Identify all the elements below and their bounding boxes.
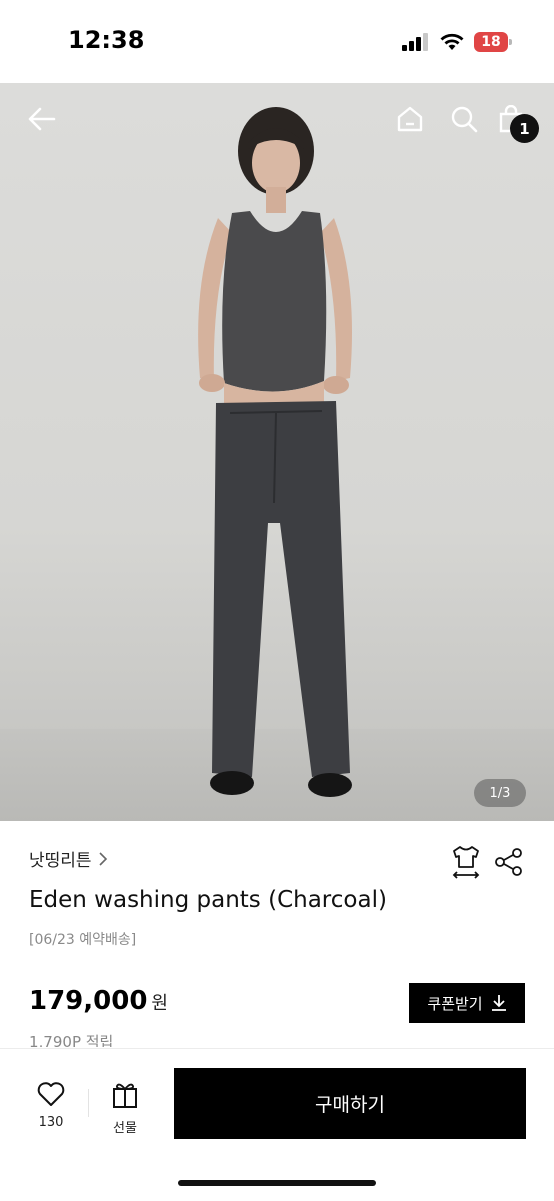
- gift-label: 선물: [113, 1121, 137, 1136]
- reward-points: 1,790P 적립: [29, 1033, 114, 1047]
- bottom-action-bar: 130 선물 구매하기: [0, 1048, 554, 1201]
- product-title: Eden washing pants (Charcoal): [29, 887, 387, 913]
- preorder-note: [06/23 예약배송]: [29, 932, 137, 948]
- battery-level: 18: [481, 34, 501, 50]
- gift-button[interactable]: 선물: [102, 1081, 148, 1136]
- download-icon: [491, 995, 506, 1011]
- home-button[interactable]: [392, 101, 428, 137]
- like-count: 130: [38, 1115, 64, 1130]
- share-button[interactable]: [494, 847, 524, 877]
- coupon-label: 쿠폰받기: [427, 994, 483, 1013]
- back-button[interactable]: [24, 101, 60, 137]
- heart-icon: [37, 1082, 65, 1106]
- battery-indicator: 18: [474, 32, 512, 52]
- status-bar: 12:38 18: [0, 0, 554, 83]
- buy-label: 구매하기: [315, 1094, 385, 1116]
- home-icon: [397, 106, 423, 132]
- chevron-right-icon: [98, 851, 107, 866]
- brand-name: 낫띵리튼: [29, 851, 92, 871]
- status-icons: 18: [402, 30, 512, 54]
- search-icon: [451, 106, 478, 133]
- wifi-icon: [440, 33, 464, 50]
- price-currency: 원: [151, 993, 168, 1014]
- like-button[interactable]: 130: [28, 1081, 74, 1130]
- bar-divider: [88, 1089, 89, 1117]
- price-row: 179,000 원: [29, 986, 168, 1016]
- search-button[interactable]: [446, 101, 482, 137]
- product-photo-model: [198, 107, 352, 797]
- image-page-text: 1/3: [489, 785, 511, 801]
- signal-icon: [402, 33, 428, 51]
- image-page-indicator: 1/3: [474, 779, 526, 807]
- back-arrow-icon: [28, 107, 56, 131]
- cart-count-badge: 1: [510, 114, 539, 143]
- buy-button[interactable]: 구매하기: [174, 1068, 526, 1139]
- home-indicator[interactable]: [178, 1180, 376, 1186]
- gift-icon: [113, 1083, 137, 1108]
- status-time: 12:38: [68, 26, 145, 54]
- product-image-carousel[interactable]: 1 1/3: [0, 83, 554, 821]
- share-icon: [495, 848, 522, 876]
- coupon-button[interactable]: 쿠폰받기: [409, 983, 525, 1023]
- brand-link[interactable]: 낫띵리튼: [29, 846, 108, 871]
- size-guide-icon: [452, 846, 480, 879]
- size-guide-button[interactable]: [450, 844, 482, 880]
- product-price: 179,000: [29, 986, 148, 1016]
